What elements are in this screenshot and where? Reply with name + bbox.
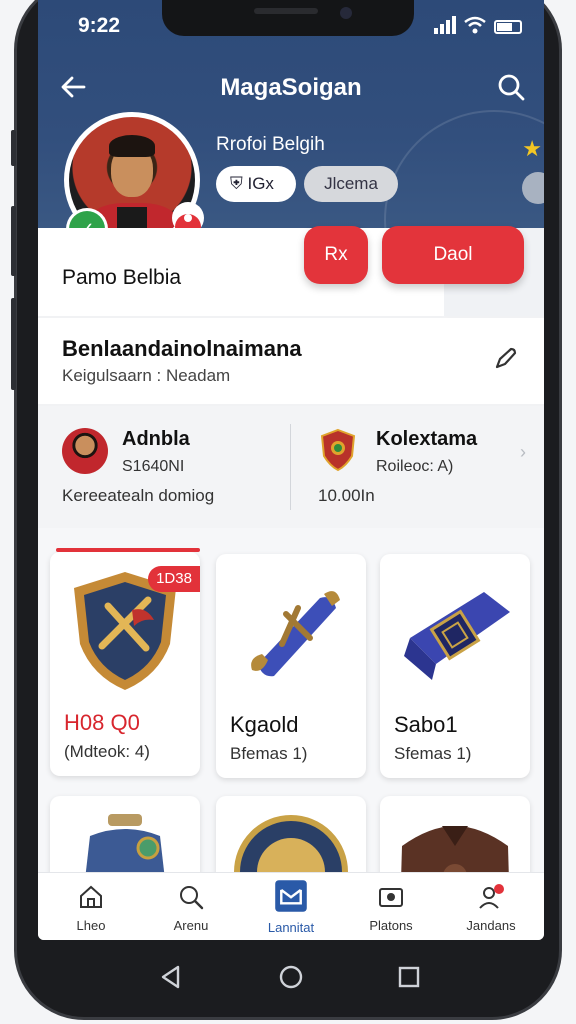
player-avatar bbox=[62, 428, 108, 474]
edit-icon[interactable] bbox=[492, 344, 520, 372]
nav-label: Arenu bbox=[173, 918, 209, 933]
nav-label: Jandans bbox=[466, 918, 516, 933]
primary-action-button[interactable]: Daol bbox=[382, 226, 524, 284]
bottom-navigation: Lheo Arenu Lannitat Platons Jandans bbox=[38, 872, 544, 940]
collection-icon bbox=[275, 880, 307, 912]
photo-icon bbox=[379, 888, 403, 907]
person-icon bbox=[479, 884, 504, 909]
back-triangle-icon[interactable] bbox=[156, 962, 186, 992]
item-card[interactable]: Sabo1 Sfemas 1) bbox=[380, 554, 530, 778]
stat-right-foot: 10.00In bbox=[318, 486, 375, 505]
side-button bbox=[11, 298, 16, 390]
badge-icon: ⛨ bbox=[230, 174, 248, 193]
item-card[interactable]: 1D38 H08 Q0 (Mdteok: 4) bbox=[50, 548, 200, 776]
ribbon-item-icon bbox=[404, 592, 510, 680]
nav-item-search[interactable]: Arenu bbox=[141, 873, 241, 940]
nav-item-profile[interactable]: Jandans bbox=[441, 873, 541, 940]
item-card[interactable]: Kgaold Bfemas 1) bbox=[216, 554, 366, 778]
app-bar: MagaSoigan bbox=[38, 64, 544, 114]
item-sub: Sfemas 1) bbox=[394, 744, 472, 763]
home-icon bbox=[80, 885, 102, 908]
stat-right-name: Kolextama bbox=[376, 428, 478, 450]
signal-icon bbox=[434, 16, 456, 34]
camera-notch bbox=[162, 0, 414, 36]
item-name: Kgaold bbox=[230, 712, 299, 737]
page-title: MagaSoigan bbox=[220, 74, 362, 101]
profile-name: Rrofoi Belgih bbox=[216, 134, 325, 155]
chip-primary-label: IGx bbox=[247, 174, 274, 193]
side-button bbox=[11, 130, 16, 166]
section-title: Benlaandainolnaimana bbox=[62, 336, 302, 361]
battery-icon bbox=[494, 20, 522, 34]
stat-left-sub: S1640NI bbox=[122, 458, 185, 475]
recents-square-icon[interactable] bbox=[394, 962, 424, 992]
small-action-button[interactable]: Rx bbox=[304, 226, 368, 284]
nav-item-photos[interactable]: Platons bbox=[341, 873, 441, 940]
item-sub: Bfemas 1) bbox=[230, 744, 308, 763]
status-time: 9:22 bbox=[78, 14, 121, 37]
item-name: H08 Q0 bbox=[64, 710, 140, 735]
stat-left-name: Adnbla bbox=[122, 428, 190, 450]
info-section: Benlaandainolnaimana Keigulsaarn : Neada… bbox=[38, 318, 544, 404]
scroll-item-icon bbox=[251, 591, 340, 677]
nav-label: Platons bbox=[369, 918, 413, 933]
nav-label: Lheo bbox=[76, 918, 106, 933]
chip-secondary[interactable]: Jlcema bbox=[304, 166, 398, 202]
item-tag: 1D38 bbox=[148, 566, 200, 592]
divider bbox=[290, 424, 291, 510]
stat-right-sub: Roileoc: A) bbox=[376, 458, 454, 475]
side-button bbox=[11, 206, 16, 276]
search-icon[interactable] bbox=[496, 72, 526, 102]
nav-item-collection[interactable]: Lannitat bbox=[241, 873, 341, 940]
device: 9:22 MagaSoigan ✓ Rrofoi Belgih ⛨ IGx Jl… bbox=[0, 0, 576, 1024]
chip-primary[interactable]: ⛨ IGx bbox=[216, 166, 296, 202]
chevron-right-icon: › bbox=[520, 442, 526, 462]
section-subtitle: Keigulsaarn : Neadam bbox=[62, 366, 231, 385]
nav-item-home[interactable]: Lheo bbox=[41, 873, 141, 940]
system-navigation bbox=[0, 940, 576, 1024]
search-icon bbox=[180, 886, 204, 910]
stat-left-foot: Kereeatealn domiog bbox=[62, 486, 215, 505]
nav-label: Lannitat bbox=[267, 920, 315, 935]
star-icon: ★ bbox=[522, 136, 542, 161]
app-screen: 9:22 MagaSoigan ✓ Rrofoi Belgih ⛨ IGx Jl… bbox=[38, 0, 544, 940]
wifi-icon bbox=[464, 16, 486, 34]
home-circle-icon[interactable] bbox=[276, 962, 306, 992]
item-sub: (Mdteok: 4) bbox=[64, 742, 150, 761]
item-name: Sabo1 bbox=[394, 712, 458, 737]
user-display-name: Pamo Belbia bbox=[62, 266, 182, 289]
stats-row[interactable]: Adnbla S1640NI Kereeatealn domiog Kolext… bbox=[38, 406, 544, 528]
team-crest-icon bbox=[320, 428, 356, 472]
